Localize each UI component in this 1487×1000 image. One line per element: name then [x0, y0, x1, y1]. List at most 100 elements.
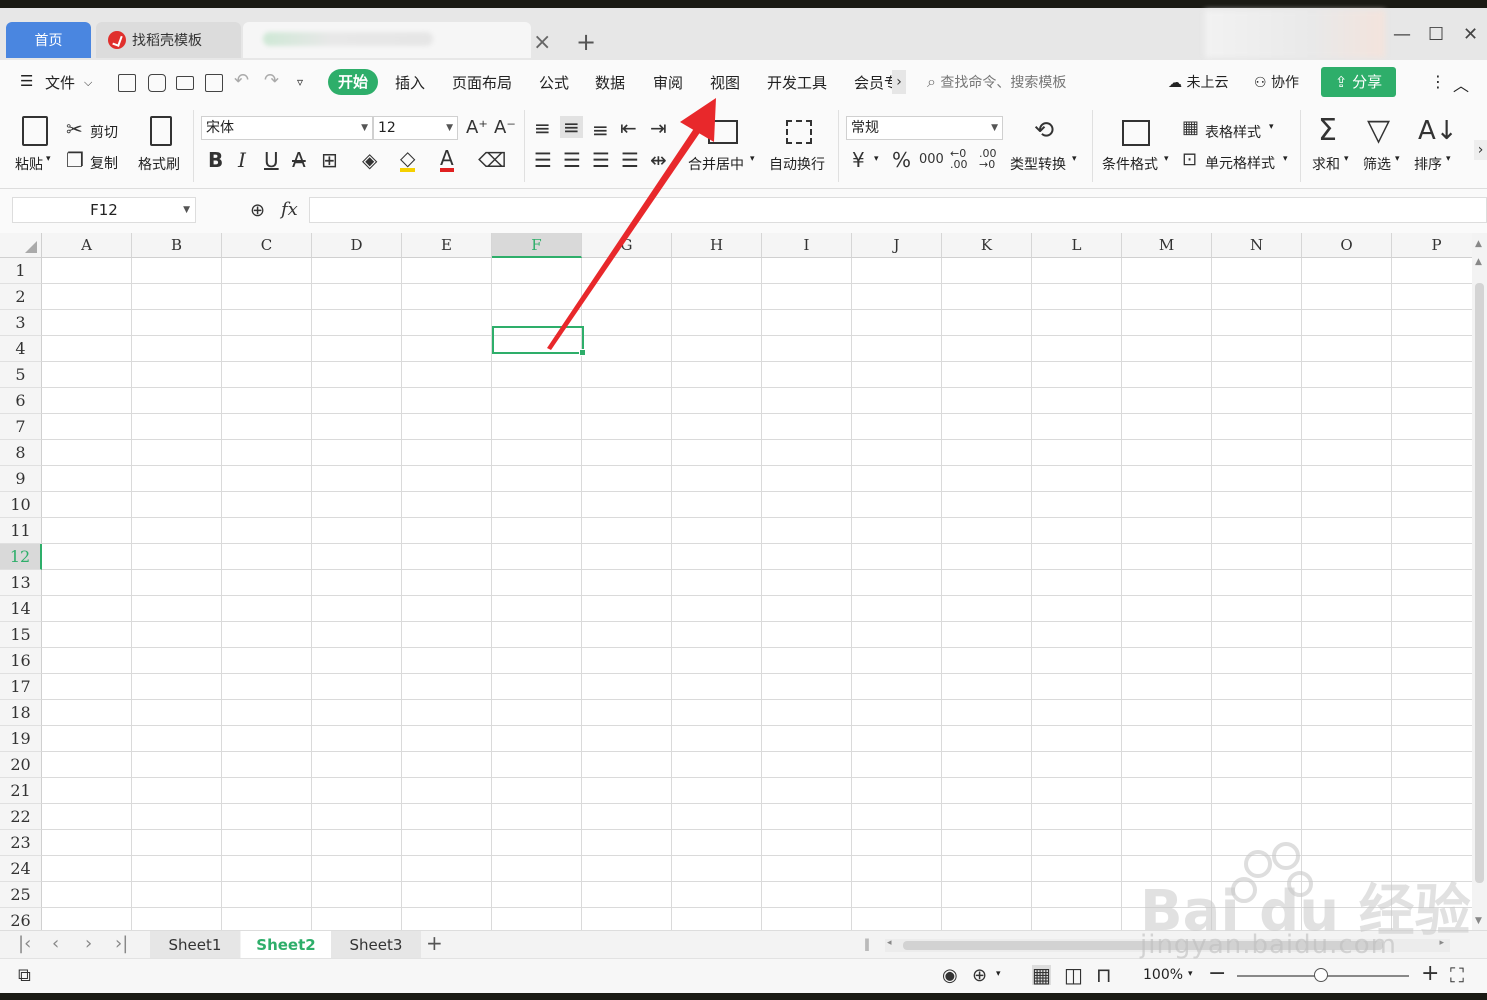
- collapse-ribbon-icon[interactable]: ︿: [1453, 72, 1469, 96]
- strikethrough-icon[interactable]: A: [292, 150, 306, 170]
- tab-home[interactable]: 首页: [6, 22, 91, 58]
- row-header-7[interactable]: 7: [0, 414, 42, 440]
- sheet-tab-2[interactable]: Sheet2: [241, 931, 331, 959]
- increase-font-icon[interactable]: A⁺: [466, 118, 488, 138]
- font-size-select[interactable]: 12 ▼: [373, 116, 458, 140]
- first-sheet-icon[interactable]: |‹: [18, 933, 31, 954]
- row-header-21[interactable]: 21: [0, 778, 42, 804]
- column-header-f[interactable]: F: [492, 233, 582, 258]
- paste-icon[interactable]: [22, 116, 48, 146]
- decrease-indent-icon[interactable]: ⇤: [620, 118, 637, 138]
- column-header-e[interactable]: E: [402, 233, 492, 258]
- active-cell-f12[interactable]: [492, 326, 586, 356]
- type-convert-icon[interactable]: ⟲: [1034, 118, 1054, 142]
- currency-icon[interactable]: ¥: [852, 150, 865, 170]
- row-header-22[interactable]: 22: [0, 804, 42, 830]
- increase-indent-icon[interactable]: ⇥: [650, 118, 667, 138]
- filter-icon[interactable]: ▽: [1367, 116, 1390, 146]
- menu-more-chevron-icon[interactable]: ›: [892, 70, 906, 94]
- tab-current-document[interactable]: [243, 22, 531, 58]
- sum-icon[interactable]: Σ: [1318, 116, 1337, 146]
- row-header-5[interactable]: 5: [0, 362, 42, 388]
- percent-icon[interactable]: %: [892, 150, 911, 170]
- menu-file[interactable]: 文件: [45, 72, 75, 93]
- quick-access-more-icon[interactable]: ▿: [297, 75, 303, 89]
- bold-icon[interactable]: B: [208, 150, 223, 170]
- align-left-icon[interactable]: ☰: [534, 150, 552, 170]
- ribbon-scroll-right-icon[interactable]: ›: [1474, 140, 1487, 160]
- row-header-16[interactable]: 16: [0, 648, 42, 674]
- merge-center-button[interactable]: 合并居中: [688, 154, 744, 174]
- font-name-select[interactable]: 宋体 ▼: [201, 116, 373, 140]
- column-header-h[interactable]: H: [672, 233, 762, 258]
- menu-review[interactable]: 审阅: [653, 72, 683, 93]
- cloud-status[interactable]: ☁ 未上云: [1168, 72, 1228, 92]
- menu-developer[interactable]: 开发工具: [767, 72, 827, 93]
- decrease-font-icon[interactable]: A⁻: [494, 118, 516, 138]
- tab-split-handle[interactable]: ‖: [864, 937, 870, 951]
- menu-view[interactable]: 视图: [710, 72, 740, 93]
- table-style-icon[interactable]: ▦: [1182, 118, 1199, 138]
- paste-dropdown-icon[interactable]: ▾: [46, 154, 51, 164]
- scroll-up-icon[interactable]: ▲: [1475, 257, 1482, 267]
- cut-button[interactable]: 剪切: [90, 122, 118, 142]
- align-top-icon[interactable]: ≡: [534, 118, 551, 138]
- fill-pattern-icon[interactable]: ◈: [362, 150, 377, 170]
- page-break-view-icon[interactable]: ⊓: [1096, 965, 1112, 985]
- row-header-20[interactable]: 20: [0, 752, 42, 778]
- close-tab-icon[interactable]: ×: [533, 32, 551, 54]
- undo-icon[interactable]: ↶: [234, 70, 249, 91]
- vertical-scrollbar[interactable]: ▲ ▲ ▼: [1472, 233, 1487, 930]
- merge-center-icon[interactable]: [708, 120, 738, 144]
- column-header-o[interactable]: O: [1302, 233, 1392, 258]
- align-bottom-icon[interactable]: ≡: [592, 120, 609, 140]
- row-header-1[interactable]: 1: [0, 258, 42, 284]
- column-header-k[interactable]: K: [942, 233, 1032, 258]
- hamburger-icon[interactable]: ☰: [20, 72, 33, 90]
- column-header-l[interactable]: L: [1032, 233, 1122, 258]
- column-header-m[interactable]: M: [1122, 233, 1212, 258]
- column-header-g[interactable]: G: [582, 233, 672, 258]
- cell-area[interactable]: [42, 258, 1472, 930]
- column-header-d[interactable]: D: [312, 233, 402, 258]
- row-header-9[interactable]: 9: [0, 466, 42, 492]
- normal-view-icon[interactable]: ▦: [1032, 965, 1051, 985]
- column-header-n[interactable]: N: [1212, 233, 1302, 258]
- thousands-separator-icon[interactable]: 000: [919, 150, 944, 170]
- name-box[interactable]: F12 ▼: [12, 197, 196, 223]
- read-mode-icon[interactable]: ⊕: [972, 966, 987, 986]
- row-header-4[interactable]: 4: [0, 336, 42, 362]
- maximize-icon[interactable]: ☐: [1428, 24, 1444, 45]
- number-format-select[interactable]: 常规 ▼: [846, 116, 1003, 140]
- wrap-text-button[interactable]: 自动换行: [769, 154, 825, 174]
- scroll-left-icon[interactable]: ◂: [887, 938, 892, 948]
- table-style-dropdown-icon[interactable]: ▾: [1269, 122, 1274, 132]
- read-mode-dropdown-icon[interactable]: ▾: [996, 969, 1001, 979]
- conditional-format-icon[interactable]: [1122, 120, 1150, 146]
- row-header-6[interactable]: 6: [0, 388, 42, 414]
- copy-button[interactable]: 复制: [90, 153, 118, 173]
- row-header-8[interactable]: 8: [0, 440, 42, 466]
- currency-dropdown-icon[interactable]: ▾: [874, 154, 879, 164]
- paste-button[interactable]: 粘贴: [15, 154, 43, 174]
- new-tab-icon[interactable]: +: [576, 30, 596, 54]
- menu-start[interactable]: 开始: [328, 69, 378, 95]
- menu-member[interactable]: 会员专: [854, 72, 892, 93]
- menu-page-layout[interactable]: 页面布局: [452, 72, 512, 93]
- type-convert-button[interactable]: 类型转换: [1010, 154, 1066, 174]
- menu-insert[interactable]: 插入: [395, 72, 425, 93]
- fill-color-icon[interactable]: ◇: [400, 148, 416, 172]
- prev-sheet-icon[interactable]: ‹: [52, 933, 59, 954]
- italic-icon[interactable]: I: [238, 150, 246, 170]
- conditional-format-button[interactable]: 条件格式: [1102, 154, 1158, 174]
- close-window-icon[interactable]: ✕: [1463, 24, 1478, 45]
- scissors-icon[interactable]: ✂: [66, 119, 83, 139]
- table-style-button[interactable]: 表格样式: [1205, 122, 1261, 142]
- row-header-26[interactable]: 26: [0, 908, 42, 930]
- sheet-tab-3[interactable]: Sheet3: [331, 931, 421, 959]
- row-header-10[interactable]: 10: [0, 492, 42, 518]
- column-header-b[interactable]: B: [132, 233, 222, 258]
- type-convert-dropdown-icon[interactable]: ▾: [1072, 154, 1077, 164]
- print-icon[interactable]: [176, 76, 194, 90]
- sort-dropdown-icon[interactable]: ▾: [1446, 154, 1451, 164]
